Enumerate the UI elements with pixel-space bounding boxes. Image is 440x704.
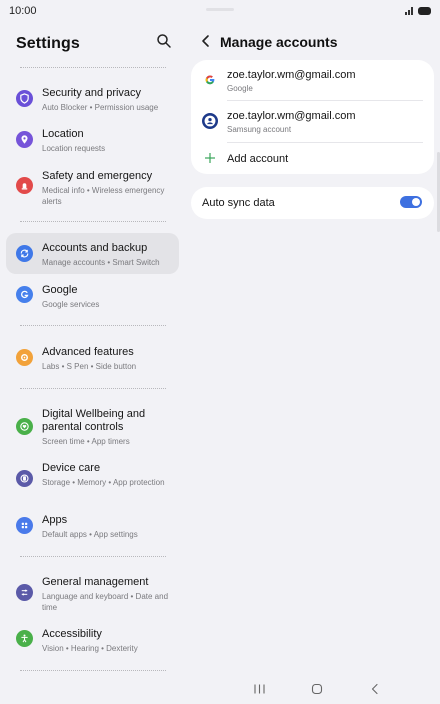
section-divider	[20, 388, 166, 389]
alert-icon	[16, 177, 33, 194]
navigation-bar	[0, 672, 440, 704]
sidebar-item-title: General management	[42, 576, 149, 588]
account-row-google[interactable]: zoe.taylor.wm@gmail.com Google	[191, 60, 434, 100]
sidebar-item-apps[interactable]: Apps Default apps • App settings	[6, 509, 179, 545]
back-arrow-icon[interactable]	[200, 34, 212, 48]
settings-title: Settings	[16, 35, 80, 52]
sidebar-item-accessibility[interactable]: Accessibility Vision • Hearing • Dexteri…	[6, 622, 179, 658]
battery-icon	[418, 7, 431, 15]
sidebar-item-subtitle: Medical info • Wireless emergency alerts	[42, 186, 165, 206]
samsung-account-icon	[202, 113, 218, 129]
account-email: zoe.taylor.wm@gmail.com	[227, 110, 356, 122]
apps-grid-icon	[16, 517, 33, 534]
sidebar-item-advanced[interactable]: Advanced features Labs • S Pen • Side bu…	[6, 340, 179, 376]
accessibility-icon	[16, 630, 33, 647]
sync-icon	[16, 245, 33, 262]
heart-circle-icon	[16, 418, 33, 435]
sidebar-item-title: Accounts and backup	[42, 242, 148, 254]
auto-sync-toggle[interactable]	[400, 196, 422, 208]
sidebar-item-title: Digital Wellbeing and parental controls	[42, 408, 146, 433]
shield-icon	[16, 90, 33, 107]
signal-icon	[405, 7, 413, 15]
section-divider	[20, 67, 166, 68]
sidebar-item-subtitle: Default apps • App settings	[42, 530, 138, 539]
auto-sync-label: Auto sync data	[202, 197, 275, 209]
accounts-card: zoe.taylor.wm@gmail.com Google zoe.taylo…	[191, 60, 434, 174]
sidebar-item-subtitle: Auto Blocker • Permission usage	[42, 103, 159, 112]
account-row-samsung[interactable]: zoe.taylor.wm@gmail.com Samsung account	[191, 101, 434, 141]
auto-sync-row[interactable]: Auto sync data	[191, 187, 434, 219]
account-type: Google	[227, 84, 253, 93]
sidebar-item-subtitle: Manage accounts • Smart Switch	[42, 258, 160, 267]
sidebar-item-subtitle: Storage • Memory • App protection	[42, 478, 165, 487]
sidebar-item-title: Safety and emergency	[42, 170, 153, 182]
settings-panel: Settings Security and privacy Auto Block…	[0, 22, 186, 672]
sidebar-item-subtitle: Google services	[42, 300, 100, 309]
sidebar-item-title: Security and privacy	[42, 87, 142, 99]
search-icon[interactable]	[156, 33, 172, 49]
account-type: Samsung account	[227, 125, 292, 134]
sidebar-item-title: Advanced features	[42, 346, 134, 358]
device-care-icon	[16, 470, 33, 487]
location-pin-icon	[16, 131, 33, 148]
sidebar-item-security[interactable]: Security and privacy Auto Blocker • Perm…	[6, 80, 179, 116]
sidebar-item-title: Apps	[42, 514, 68, 526]
gear-plus-icon	[16, 349, 33, 366]
section-divider	[20, 556, 166, 557]
sidebar-item-title: Accessibility	[42, 628, 102, 640]
google-g-icon	[16, 286, 33, 303]
sidebar-item-title: Google	[42, 284, 78, 296]
row-divider	[227, 142, 423, 143]
sidebar-item-subtitle: Language and keyboard • Date and time	[42, 592, 169, 612]
sidebar-item-title: Device care	[42, 462, 101, 474]
sidebar-item-subtitle: Location requests	[42, 144, 106, 153]
status-bar: 10:00	[0, 0, 440, 22]
sidebar-item-device-care[interactable]: Device care Storage • Memory • App prote…	[6, 456, 179, 502]
status-icons	[405, 7, 431, 15]
home-icon[interactable]	[311, 683, 323, 695]
status-time: 10:00	[9, 5, 37, 17]
page-title: Manage accounts	[220, 34, 338, 50]
sidebar-item-general[interactable]: General management Language and keyboard…	[6, 570, 179, 616]
sidebar-item-google[interactable]: Google Google services	[6, 278, 179, 314]
add-account-button[interactable]: Add account	[227, 153, 288, 165]
sidebar-item-location[interactable]: Location Location requests	[6, 122, 179, 158]
sidebar-item-safety[interactable]: Safety and emergency Medical info • Wire…	[6, 164, 179, 212]
sidebar-item-title: Location	[42, 128, 84, 140]
sidebar-item-subtitle: Screen time • App timers	[42, 437, 130, 446]
sidebar-item-subtitle: Vision • Hearing • Dexterity	[42, 644, 138, 653]
section-divider	[20, 670, 166, 671]
camera-notch	[206, 8, 234, 11]
sidebar-item-wellbeing[interactable]: Digital Wellbeing and parental controls …	[6, 403, 179, 451]
sliders-icon	[16, 584, 33, 601]
manage-accounts-panel: Manage accounts zoe.taylor.wm@gmail.com …	[190, 22, 436, 672]
plus-icon[interactable]	[204, 152, 216, 164]
sidebar-item-accounts[interactable]: Accounts and backup Manage accounts • Sm…	[6, 233, 179, 274]
back-icon[interactable]	[370, 683, 380, 695]
account-email: zoe.taylor.wm@gmail.com	[227, 69, 356, 81]
recents-icon[interactable]	[253, 683, 266, 695]
google-logo-icon	[202, 72, 218, 88]
sidebar-item-subtitle: Labs • S Pen • Side button	[42, 362, 137, 371]
section-divider	[20, 325, 166, 326]
section-divider	[20, 221, 166, 222]
